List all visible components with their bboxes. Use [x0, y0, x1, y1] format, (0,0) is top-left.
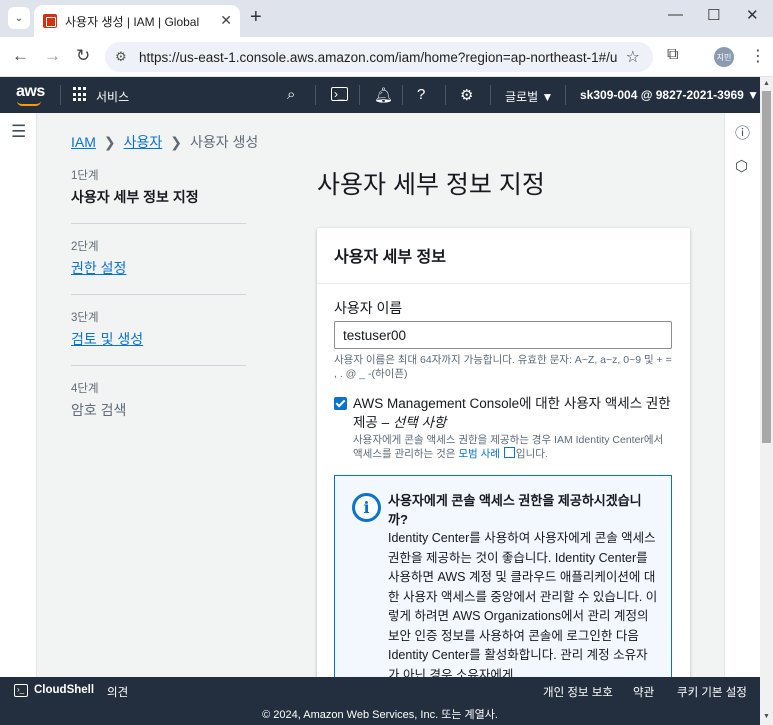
- browser-toolbar: ← → ↻ ⚙ https://us-east-1.console.aws.am…: [0, 37, 773, 77]
- step-title-disabled: 암호 검색: [71, 402, 127, 418]
- browser-tab-bar: ⌄ 사용자 생성 | IAM | Global ✕ + — ☐ ✕: [0, 0, 773, 37]
- url-text[interactable]: https://us-east-1.console.aws.amazon.com…: [139, 50, 617, 65]
- browser-tab[interactable]: 사용자 생성 | IAM | Global ✕: [34, 5, 240, 37]
- breadcrumb: IAM ❯ 사용자 ❯ 사용자 생성: [71, 132, 258, 152]
- feedback-link[interactable]: 의견: [107, 684, 128, 700]
- reload-icon[interactable]: ↻: [76, 46, 90, 66]
- wizard-step: 3단계 검토 및 생성: [71, 309, 246, 366]
- info-panel-icon[interactable]: ⓘ: [735, 122, 750, 143]
- search-icon[interactable]: ⌕: [287, 86, 295, 103]
- tools-hexagon-icon[interactable]: ⬡: [735, 157, 748, 175]
- nav-divider: [490, 85, 491, 105]
- aws-logo-smile-icon: [17, 101, 41, 106]
- aws-top-nav: aws 서비스 ⌕ ›_ 🔔︎ ? ⚙ 글로벌 ▼ sk309-004 @ 98…: [0, 77, 760, 113]
- privacy-link[interactable]: 개인 정보 보호: [543, 684, 613, 700]
- nav-divider: [359, 85, 360, 105]
- console-footer: ›_ CloudShell 의견 개인 정보 보호 약관 쿠키 기본 설정 © …: [0, 677, 760, 725]
- cloudshell-button[interactable]: CloudShell: [34, 684, 94, 696]
- nav-divider: [445, 85, 446, 105]
- username-hint: 사용자 이름은 최대 64자까지 가능합니다. 유효한 문자: A~Z, a~z…: [334, 354, 672, 380]
- extensions-icon[interactable]: ⧉: [667, 46, 678, 64]
- page-title: 사용자 세부 정보 지정: [317, 171, 545, 199]
- region-selector[interactable]: 글로벌 ▼: [505, 88, 553, 105]
- step-link-review[interactable]: 검토 및 생성: [71, 329, 246, 349]
- card-title: 사용자 세부 정보: [317, 228, 690, 284]
- wizard-step: 1단계 사용자 세부 정보 지정: [71, 167, 246, 224]
- wizard-step: 2단계 권한 설정: [71, 238, 246, 295]
- cookie-preferences-link[interactable]: 쿠키 기본 설정: [677, 684, 747, 700]
- minimize-icon[interactable]: —: [668, 6, 683, 23]
- settings-gear-icon[interactable]: ⚙: [460, 86, 473, 104]
- bookmark-star-icon[interactable]: ☆: [626, 47, 640, 67]
- scrollbar-thumb[interactable]: [762, 91, 771, 443]
- username-label: 사용자 이름: [334, 300, 403, 316]
- nav-divider: [565, 85, 566, 105]
- site-settings-icon[interactable]: ⚙: [115, 49, 127, 65]
- breadcrumb-users[interactable]: 사용자: [124, 134, 163, 150]
- hamburger-menu-icon[interactable]: ☰: [11, 122, 26, 142]
- console-access-description: 사용자에게 콘솔 액세스 권한을 제공하는 경우 IAM Identity Ce…: [353, 433, 673, 461]
- window-close-icon[interactable]: ✕: [746, 6, 759, 24]
- external-link-icon: [503, 447, 515, 458]
- back-icon[interactable]: ←: [12, 46, 29, 66]
- profile-avatar[interactable]: 지민: [714, 47, 734, 67]
- breadcrumb-current: 사용자 생성: [190, 134, 259, 150]
- info-alert-body: Identity Center를 사용하여 사용자에게 콘솔 액세스 권한을 제…: [388, 531, 658, 677]
- aws-favicon-icon: [43, 14, 57, 28]
- services-grid-icon[interactable]: [73, 87, 88, 102]
- step-link-permissions[interactable]: 권한 설정: [71, 258, 246, 278]
- help-icon[interactable]: ?: [417, 86, 425, 103]
- step-number: 2단계: [71, 241, 99, 253]
- notifications-bell-icon[interactable]: 🔔︎: [374, 86, 393, 104]
- maximize-icon[interactable]: ☐: [707, 6, 720, 24]
- terms-link[interactable]: 약관: [633, 684, 654, 700]
- nav-divider: [402, 85, 403, 105]
- cloudshell-icon[interactable]: ›_: [331, 87, 348, 101]
- aws-logo[interactable]: aws: [16, 83, 45, 101]
- step-number: 4단계: [71, 383, 99, 395]
- optional-text: 선택 사항: [392, 415, 447, 430]
- step-number: 1단계: [71, 170, 99, 182]
- nav-divider: [60, 85, 61, 105]
- cloudshell-footer-icon[interactable]: ›_: [14, 684, 28, 697]
- user-details-card: 사용자 세부 정보 사용자 이름 사용자 이름은 최대 64자까지 가능합니다.…: [317, 228, 690, 677]
- browser-menu-icon[interactable]: ⋮: [750, 46, 766, 66]
- breadcrumb-iam[interactable]: IAM: [71, 134, 96, 150]
- tab-title: 사용자 생성 | IAM | Global: [65, 14, 200, 29]
- tab-close-icon[interactable]: ✕: [220, 12, 232, 29]
- left-side-rail: ☰: [0, 113, 37, 677]
- right-side-rail: ⓘ ⬡: [724, 113, 760, 677]
- wizard-step: 4단계 암호 검색: [71, 380, 246, 436]
- new-tab-icon[interactable]: +: [250, 6, 262, 29]
- scroll-down-icon[interactable]: ▼: [763, 713, 770, 720]
- console-access-checkbox[interactable]: [334, 397, 347, 410]
- breadcrumb-chevron-icon: ❯: [170, 134, 182, 150]
- page-content: ☰ IAM ❯ 사용자 ❯ 사용자 생성 1단계 사용자 세부 정보 지정 2단계 권한…: [0, 113, 760, 677]
- page-scrollbar[interactable]: ▲ ▼: [760, 77, 773, 725]
- info-icon: i: [352, 493, 381, 522]
- services-menu[interactable]: 서비스: [96, 88, 129, 105]
- tab-search-dropdown-icon[interactable]: ⌄: [8, 7, 30, 29]
- nav-divider: [315, 85, 316, 105]
- forward-icon[interactable]: →: [44, 46, 61, 66]
- console-access-label[interactable]: AWS Management Console에 대한 사용자 액세스 권한 제공…: [353, 394, 673, 432]
- copyright-text: © 2024, Amazon Web Services, Inc. 또는 계열사…: [262, 709, 498, 721]
- step-title-current: 사용자 세부 정보 지정: [71, 189, 199, 205]
- scroll-up-icon[interactable]: ▲: [763, 80, 770, 87]
- breadcrumb-chevron-icon: ❯: [103, 134, 116, 150]
- username-input[interactable]: [334, 321, 672, 349]
- account-menu[interactable]: sk309-004 @ 9827-2021-3969 ▼: [580, 88, 759, 102]
- info-alert-title: 사용자에게 콘솔 액세스 권한을 제공하시겠습니까?: [388, 493, 642, 527]
- console-desc-suffix: 입니다.: [515, 448, 548, 460]
- info-alert: i 사용자에게 콘솔 액세스 권한을 제공하시겠습니까? Identity Ce…: [334, 475, 672, 677]
- step-number: 3단계: [71, 312, 99, 324]
- address-bar[interactable]: ⚙ https://us-east-1.console.aws.amazon.c…: [105, 42, 653, 72]
- best-practice-link[interactable]: 모범 사례: [458, 448, 500, 460]
- wizard-steps: 1단계 사용자 세부 정보 지정 2단계 권한 설정 3단계 검토 및 생성 4…: [71, 167, 246, 450]
